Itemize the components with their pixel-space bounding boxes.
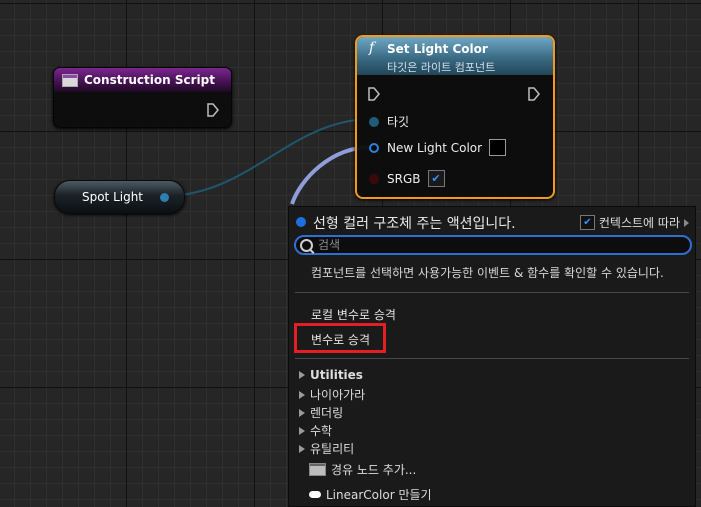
set-light-color-title: Set Light Color	[387, 42, 488, 56]
action-context-menu: 선형 컬러 구조체 주는 액션입니다. ✔ 컨텍스트에 따라 컴포넌트를 선택하…	[288, 206, 696, 507]
linear-color-pin-icon	[296, 217, 306, 227]
exec-input-pin-icon[interactable]	[367, 86, 381, 102]
context-sensitive-label: 컨텍스트에 따라	[598, 216, 680, 230]
category-utilities[interactable]: Utilities	[299, 368, 363, 382]
target-pin-label: 타깃	[387, 115, 410, 129]
function-icon: f	[369, 40, 375, 56]
spot-light-label: Spot Light	[81, 190, 144, 204]
blueprint-graph-canvas[interactable]: Construction Script Spot Light f Set Lig…	[0, 0, 701, 507]
make-linear-color-label: LinearColor 만들기	[326, 488, 432, 502]
color-swatch[interactable]	[489, 139, 507, 156]
reroute-node-icon	[309, 463, 326, 476]
category-label: 유틸리티	[310, 442, 355, 456]
category-label: 수학	[310, 424, 333, 438]
expand-arrow-icon[interactable]	[299, 408, 305, 417]
promote-to-local-variable-item[interactable]: 로컬 변수로 승격	[311, 306, 396, 323]
chevron-right-icon[interactable]	[684, 218, 689, 227]
srgb-label: SRGB	[387, 171, 421, 186]
construction-script-title: Construction Script	[84, 73, 215, 87]
struct-pin-icon	[309, 491, 321, 498]
category-niagara[interactable]: 나이아가라	[299, 386, 365, 403]
construction-script-node[interactable]: Construction Script	[53, 67, 232, 128]
category-math[interactable]: 수학	[299, 422, 332, 439]
expand-arrow-icon[interactable]	[299, 444, 305, 453]
search-box[interactable]	[294, 235, 692, 255]
expand-arrow-icon[interactable]	[299, 390, 305, 399]
srgb-pin-row: SRGB ✔	[369, 170, 445, 187]
set-light-color-subtitle: 타깃은 라이트 컴포넌트	[387, 61, 496, 74]
highlight-annotation-box	[294, 323, 386, 353]
context-menu-title: 선형 컬러 구조체 주는 액션입니다.	[313, 216, 516, 232]
srgb-pin[interactable]	[369, 173, 379, 184]
category-label: 렌더링	[310, 406, 344, 420]
function-icon	[62, 73, 78, 87]
category-rendering[interactable]: 렌더링	[299, 404, 343, 421]
expand-arrow-icon[interactable]	[299, 426, 305, 435]
new-light-color-label: New Light Color	[387, 140, 483, 155]
add-reroute-node-item[interactable]: 경유 노드 추가...	[309, 461, 416, 478]
target-pin[interactable]	[369, 116, 379, 127]
new-light-color-pin-row: New Light Color	[369, 139, 507, 156]
search-icon	[300, 239, 313, 252]
exec-output-pin-icon[interactable]	[527, 86, 541, 102]
category-label: 나이아가라	[310, 388, 366, 402]
context-sensitive-checkbox[interactable]: ✔	[579, 215, 595, 230]
add-reroute-label: 경유 노드 추가...	[331, 463, 417, 477]
new-light-color-pin[interactable]	[369, 142, 379, 153]
spot-light-output-pin[interactable]	[160, 193, 169, 202]
spot-light-variable-node[interactable]: Spot Light	[54, 180, 185, 214]
category-utility[interactable]: 유틸리티	[299, 440, 354, 457]
divider	[295, 358, 689, 359]
category-label: Utilities	[310, 368, 363, 382]
set-light-color-node[interactable]: f Set Light Color 타깃은 라이트 컴포넌트 타깃 New Li…	[355, 35, 555, 199]
divider	[295, 292, 689, 293]
target-pin-row: 타깃	[369, 113, 409, 130]
context-hint-text: 컴포넌트를 선택하면 사용가능한 이벤트 & 함수를 확인할 수 있습니다.	[311, 266, 664, 280]
make-linear-color-item[interactable]: LinearColor 만들기	[309, 486, 432, 503]
exec-output-pin-icon[interactable]	[206, 102, 220, 118]
context-sensitive-toggle[interactable]: ✔ 컨텍스트에 따라	[579, 214, 689, 231]
srgb-checkbox[interactable]: ✔	[427, 170, 445, 187]
expand-arrow-icon[interactable]	[299, 371, 305, 379]
search-input[interactable]	[318, 237, 678, 253]
target-wire[interactable]	[163, 118, 373, 197]
